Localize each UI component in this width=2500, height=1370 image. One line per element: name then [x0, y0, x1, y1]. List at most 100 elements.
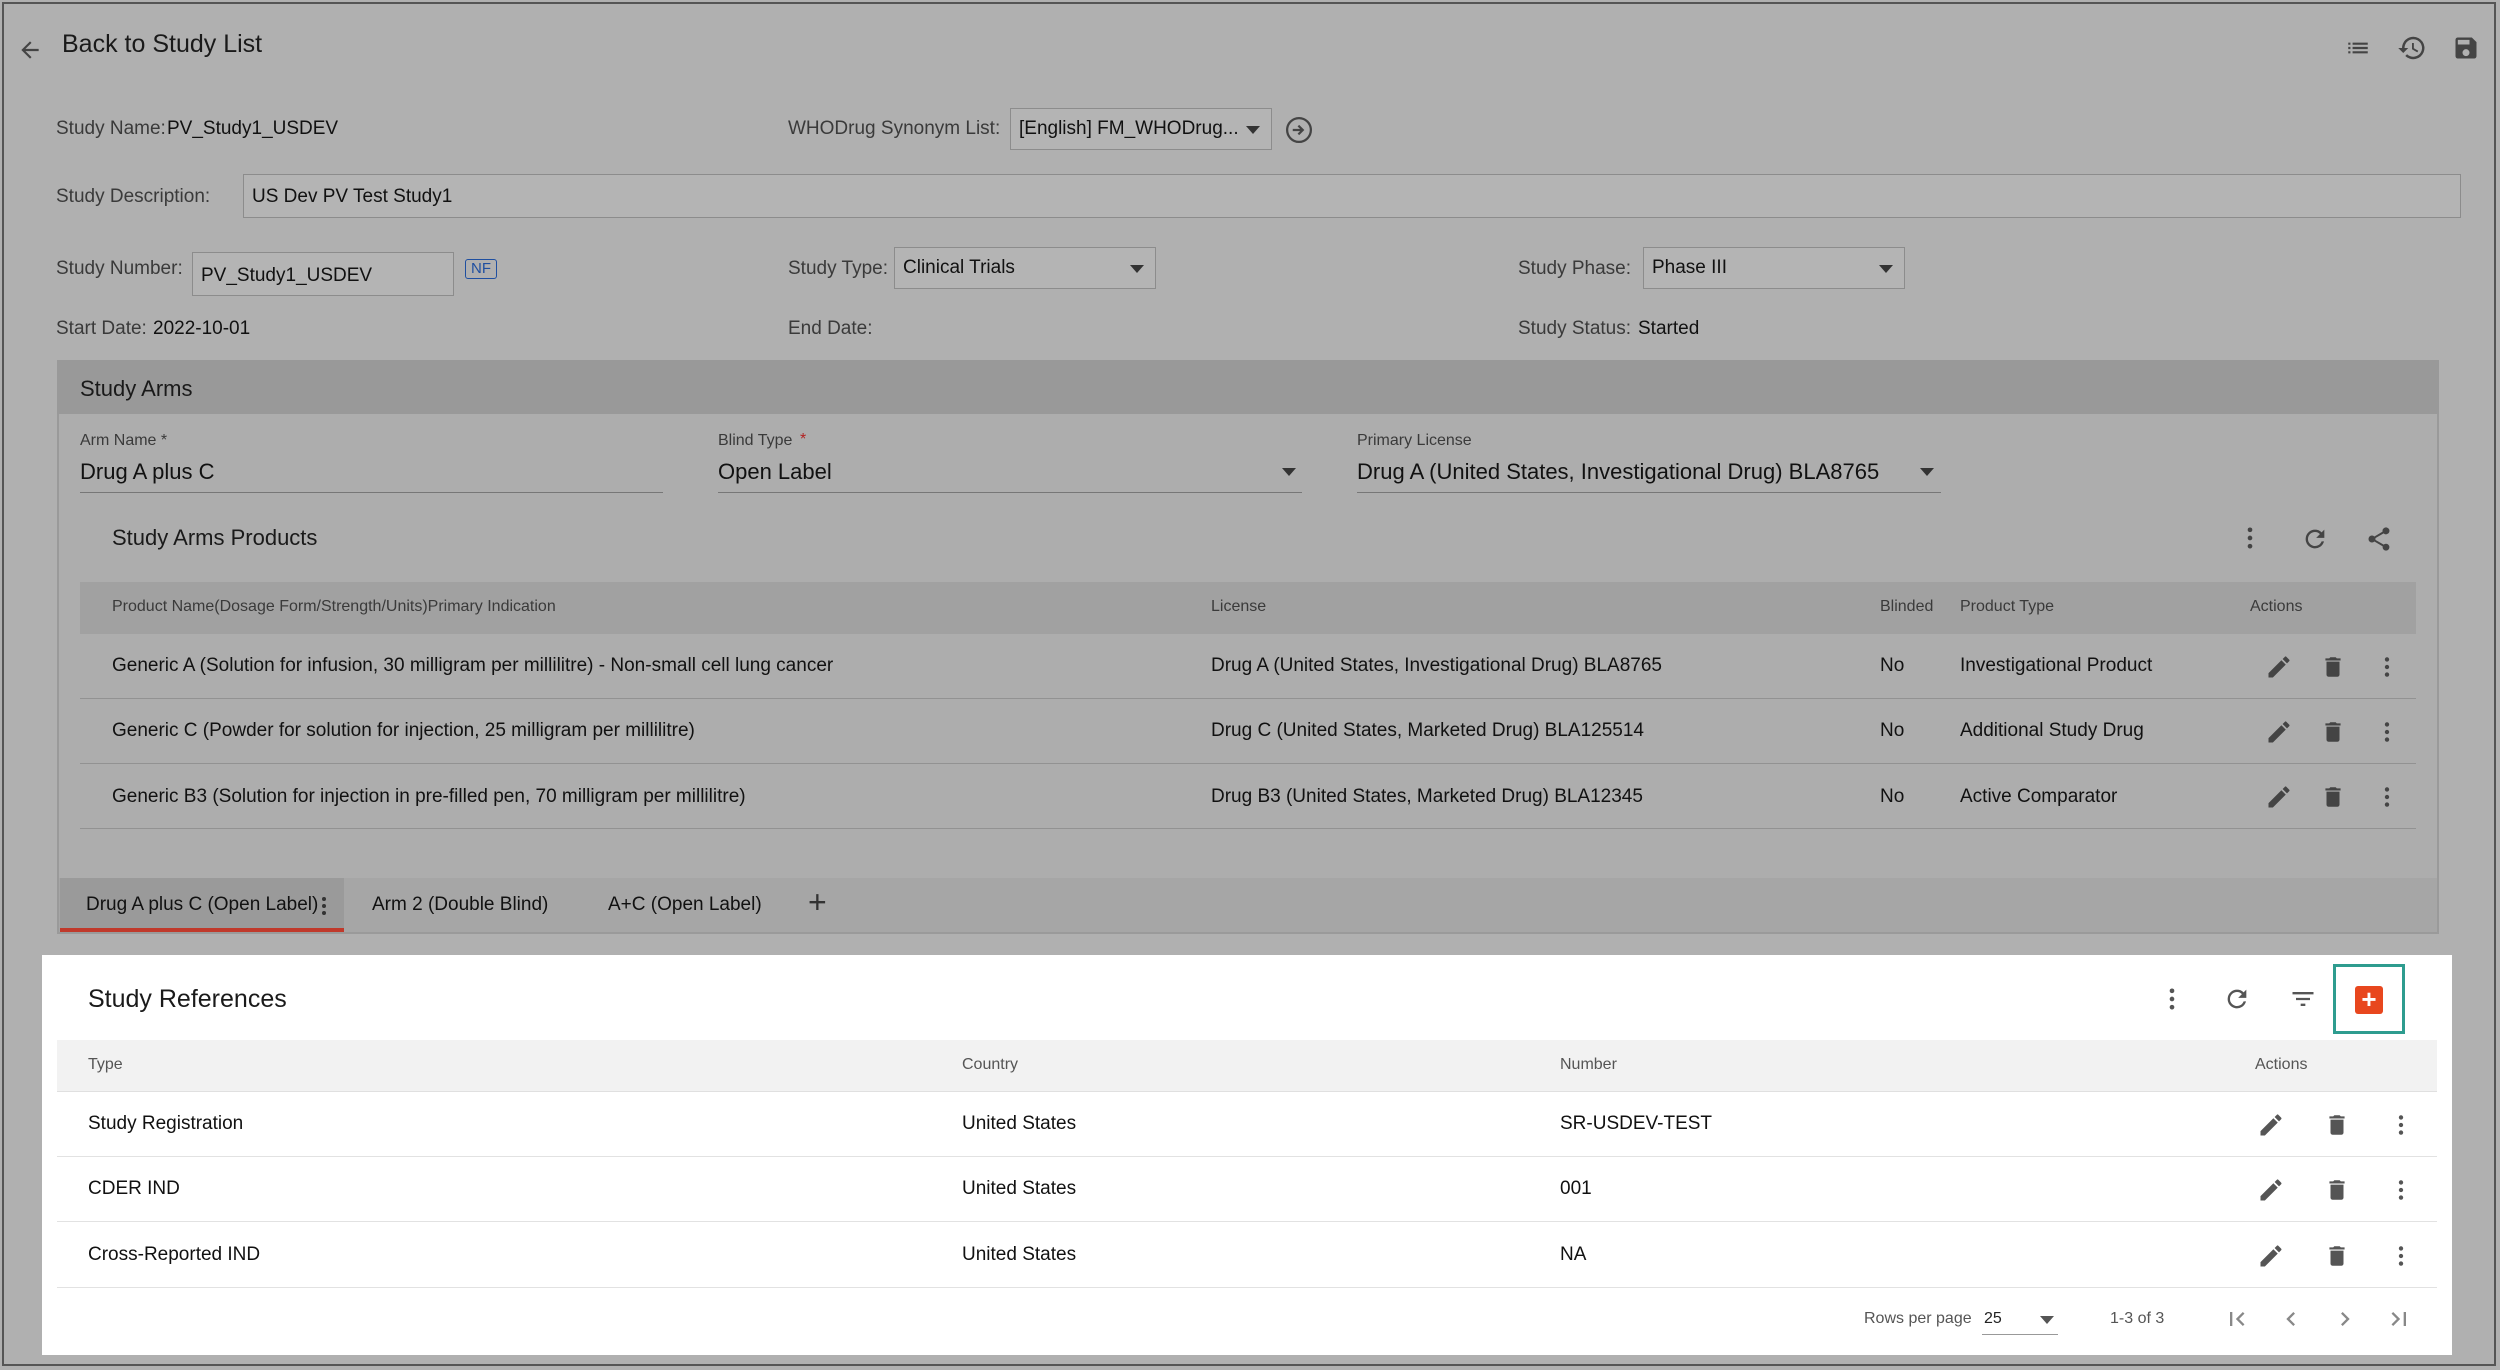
- references-table-header: [57, 1040, 2437, 1092]
- delete-icon[interactable]: [2316, 715, 2350, 749]
- share-icon[interactable]: [2362, 522, 2396, 556]
- more-vert-icon[interactable]: [2234, 522, 2266, 554]
- reference-type-cell: CDER IND: [88, 1178, 180, 1199]
- more-vert-icon[interactable]: [2386, 1108, 2416, 1142]
- study-number-value: PV_Study1_USDEV: [201, 265, 373, 286]
- study-arms-title: Study Arms: [80, 376, 193, 401]
- delete-icon[interactable]: [2320, 1173, 2354, 1207]
- tab-arm-2[interactable]: Arm 2 (Double Blind): [372, 894, 548, 916]
- chevron-down-icon[interactable]: [1920, 468, 1934, 476]
- primary-license-underline: [1357, 492, 1941, 493]
- delete-icon[interactable]: [2316, 650, 2350, 684]
- row-divider: [80, 763, 2416, 764]
- start-date-label: Start Date:: [56, 318, 147, 339]
- row-divider: [57, 1156, 2437, 1157]
- chevron-down-icon: [1246, 126, 1260, 134]
- references-col-type[interactable]: Type: [88, 1056, 123, 1074]
- save-icon[interactable]: [2448, 30, 2484, 66]
- back-to-study-list-link[interactable]: Back to Study List: [62, 30, 262, 59]
- chevron-down-icon[interactable]: [2040, 1316, 2054, 1324]
- study-references-title: Study References: [88, 985, 287, 1013]
- study-type-select[interactable]: Clinical Trials: [894, 247, 1156, 289]
- rows-per-page-label: Rows per page: [1864, 1310, 1972, 1327]
- arm-name-underline: [80, 492, 663, 493]
- product-license-cell: Drug A (United States, Investigational D…: [1211, 655, 1662, 676]
- nf-badge[interactable]: NF: [465, 259, 497, 279]
- delete-icon[interactable]: [2316, 780, 2350, 814]
- delete-icon[interactable]: [2320, 1239, 2354, 1273]
- row-divider: [80, 698, 2416, 699]
- study-type-label: Study Type:: [788, 258, 888, 279]
- study-status-value: Started: [1638, 318, 1700, 339]
- study-name-value: PV_Study1_USDEV: [167, 118, 339, 139]
- product-blinded-cell: No: [1880, 786, 1905, 807]
- reference-number-cell: NA: [1560, 1244, 1587, 1265]
- more-vert-icon[interactable]: [310, 890, 338, 922]
- chevron-down-icon: [1879, 265, 1893, 273]
- reference-country-cell: United States: [962, 1113, 1077, 1134]
- chevron-down-icon[interactable]: [1282, 468, 1296, 476]
- references-col-actions: Actions: [2255, 1056, 2308, 1073]
- reference-type-cell: Study Registration: [88, 1113, 244, 1134]
- row-divider: [80, 828, 2416, 829]
- study-description-label: Study Description:: [56, 186, 211, 207]
- blind-type-value[interactable]: Open Label: [718, 459, 832, 485]
- first-page-icon[interactable]: [2220, 1302, 2254, 1336]
- tab-a-plus-c[interactable]: A+C (Open Label): [608, 894, 762, 916]
- products-col-product[interactable]: Product Name(Dosage Form/Strength/Units)…: [112, 598, 556, 616]
- more-vert-icon[interactable]: [2372, 650, 2402, 684]
- study-arms-header: [57, 360, 2439, 414]
- filter-icon[interactable]: [2286, 982, 2320, 1016]
- row-divider: [57, 1221, 2437, 1222]
- study-description-field[interactable]: US Dev PV Test Study1: [243, 174, 2461, 218]
- refresh-icon[interactable]: [2220, 982, 2254, 1016]
- arm-name-value[interactable]: Drug A plus C: [80, 459, 215, 485]
- study-arms-products-title: Study Arms Products: [112, 525, 318, 550]
- row-divider: [57, 1287, 2437, 1288]
- edit-icon[interactable]: [2254, 1239, 2288, 1273]
- references-col-number[interactable]: Number: [1560, 1056, 1617, 1074]
- edit-icon[interactable]: [2262, 715, 2296, 749]
- reference-type-cell: Cross-Reported IND: [88, 1244, 261, 1265]
- blind-type-underline: [718, 492, 1302, 493]
- tab-label[interactable]: Drug A plus C (Open Label): [86, 894, 318, 916]
- arm-name-label: Arm Name *: [80, 432, 168, 449]
- edit-icon[interactable]: [2254, 1108, 2288, 1142]
- study-description-value: US Dev PV Test Study1: [252, 186, 453, 207]
- arrow-left-icon[interactable]: [14, 34, 46, 66]
- products-col-product-type[interactable]: Product Type: [1960, 598, 2054, 616]
- refresh-icon[interactable]: [2298, 522, 2332, 556]
- more-vert-icon[interactable]: [2386, 1173, 2416, 1207]
- history-icon[interactable]: [2394, 30, 2430, 66]
- primary-license-value[interactable]: Drug A (United States, Investigational D…: [1357, 459, 1879, 485]
- arrow-circle-right-icon[interactable]: [1282, 113, 1316, 147]
- product-license-cell: Drug C (United States, Marketed Drug) BL…: [1211, 720, 1644, 741]
- add-reference-button[interactable]: +: [2355, 986, 2383, 1014]
- chevron-left-icon[interactable]: [2274, 1302, 2308, 1336]
- references-col-country[interactable]: Country: [962, 1056, 1018, 1074]
- rows-per-page-value[interactable]: 25: [1984, 1310, 2002, 1328]
- product-type-cell: Additional Study Drug: [1960, 720, 2144, 741]
- more-vert-icon[interactable]: [2156, 982, 2188, 1016]
- delete-icon[interactable]: [2320, 1108, 2354, 1142]
- more-vert-icon[interactable]: [2386, 1239, 2416, 1273]
- more-vert-icon[interactable]: [2372, 715, 2402, 749]
- edit-icon[interactable]: [2254, 1173, 2288, 1207]
- study-phase-value: Phase III: [1652, 257, 1727, 278]
- more-vert-icon[interactable]: [2372, 780, 2402, 814]
- chevron-right-icon[interactable]: [2328, 1302, 2362, 1336]
- edit-icon[interactable]: [2262, 650, 2296, 684]
- list-icon[interactable]: [2340, 32, 2376, 64]
- edit-icon[interactable]: [2262, 780, 2296, 814]
- study-phase-select[interactable]: Phase III: [1643, 247, 1905, 289]
- last-page-icon[interactable]: [2382, 1302, 2416, 1336]
- study-phase-label: Study Phase:: [1518, 258, 1632, 279]
- study-number-field[interactable]: PV_Study1_USDEV: [192, 252, 454, 296]
- product-type-cell: Active Comparator: [1960, 786, 2118, 807]
- study-arms-panel: [57, 360, 2439, 934]
- products-col-license[interactable]: License: [1211, 598, 1266, 616]
- products-col-blinded[interactable]: Blinded: [1880, 598, 1933, 616]
- reference-country-cell: United States: [962, 1244, 1077, 1265]
- whodrug-synonym-select[interactable]: [English] FM_WHODrug...: [1010, 108, 1272, 150]
- add-tab-button[interactable]: +: [808, 884, 827, 921]
